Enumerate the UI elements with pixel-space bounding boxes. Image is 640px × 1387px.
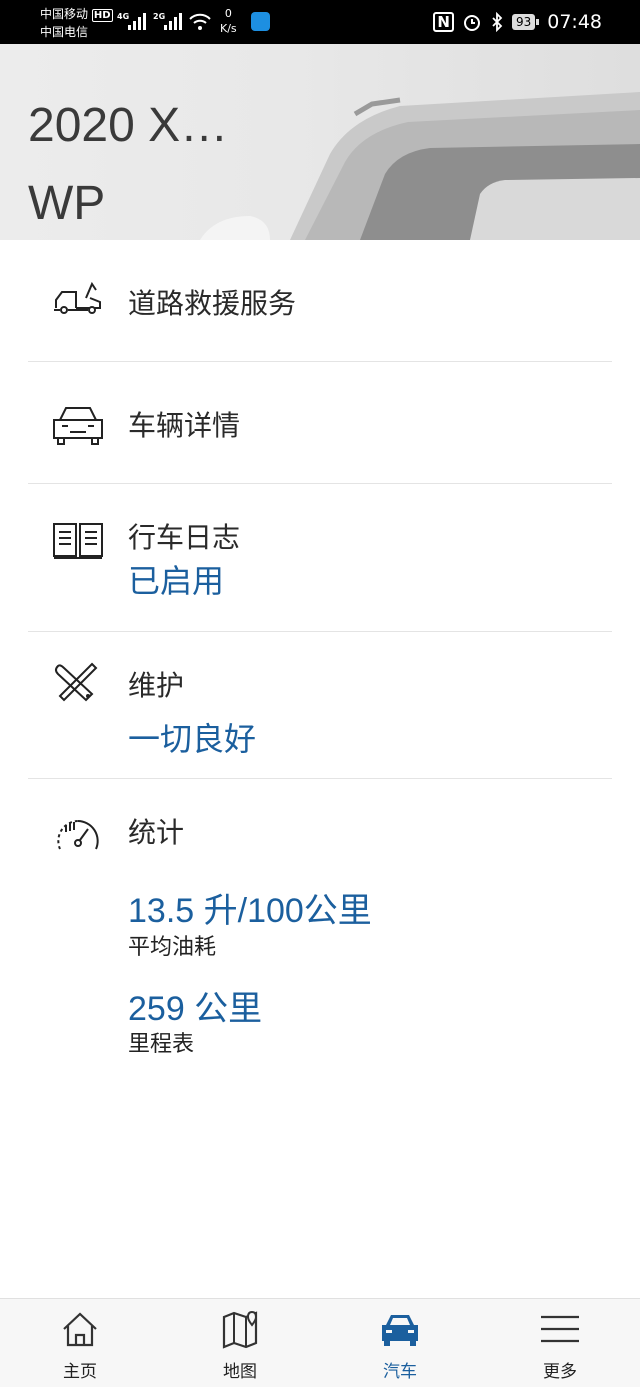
network-speed: 0 K/s [220,6,237,36]
drive-log-label: 行车日志 [128,521,241,554]
battery-level: 93 [511,14,540,30]
nav-map[interactable]: 地图 [160,1299,320,1387]
nav-map-label: 地图 [223,1362,257,1382]
logbook-icon [53,523,103,559]
fuel-consumption-value: 13.5 升/100公里 [128,892,372,930]
vehicle-name: 2020 X… [28,99,229,152]
wifi-icon [189,13,211,30]
bluetooth-icon [492,12,503,32]
carrier-1: 中国移动 [40,7,89,21]
drive-log-status: 已启用 [128,562,225,600]
roadside-assistance-item[interactable]: 道路救援服务 [0,240,640,362]
nfc-icon: N [433,12,454,32]
carrier-info: 中国移动 HD 中国电信 [40,6,113,41]
nav-home[interactable]: 主页 [0,1299,160,1387]
speed-unit: K/s [220,22,237,35]
maintenance-status: 一切良好 [128,720,257,758]
nav-car-label: 汽车 [383,1362,417,1382]
status-right: N 93 07:48 [433,0,602,44]
tow-truck-icon [54,281,101,314]
drive-log-item[interactable]: 行车日志 已启用 [0,484,640,632]
car-front-icon [53,407,103,445]
roadside-label: 道路救援服务 [128,287,297,320]
nav-more[interactable]: 更多 [480,1299,640,1387]
car-icon [382,1315,418,1346]
vehicle-details-item[interactable]: 车辆详情 [0,362,640,484]
vehicle-details-label: 车辆详情 [128,409,241,442]
maintenance-label: 维护 [128,669,185,702]
status-bar: 中国移动 HD 中国电信 4G 2G 0 K/s N 93 07:48 [0,0,640,44]
nav-home-label: 主页 [63,1362,97,1382]
vehicle-hero: 2020 X… WP [0,44,640,240]
home-icon [63,1312,97,1347]
carrier-2: 中国电信 [40,25,89,39]
statistics-item[interactable]: 统计 13.5 升/100公里 平均油耗 259 公里 里程表 [0,779,640,1069]
signal-1-icon [128,10,146,30]
clock: 07:48 [547,11,602,33]
hd-badge: HD [91,9,113,22]
nav-car[interactable]: 汽车 [320,1299,480,1387]
menu-icon [541,1315,579,1343]
map-icon [222,1310,258,1349]
fuel-consumption-label: 平均油耗 [128,935,217,960]
alarm-icon [463,15,480,31]
maintenance-item[interactable]: 维护 一切良好 [0,632,640,780]
gauge-icon [57,820,99,850]
wrench-screwdriver-icon [55,662,98,702]
statistics-label: 统计 [128,816,185,849]
speed-value: 0 [224,7,232,20]
signal-2-icon [164,10,182,30]
bottom-navigation: 主页 地图 汽车 更多 [0,1298,640,1387]
odometer-value: 259 公里 [128,990,263,1028]
vehicle-subtitle: WP [28,177,106,230]
nav-more-label: 更多 [543,1362,577,1382]
app-notification-icon [251,12,270,31]
odometer-label: 里程表 [128,1032,195,1057]
